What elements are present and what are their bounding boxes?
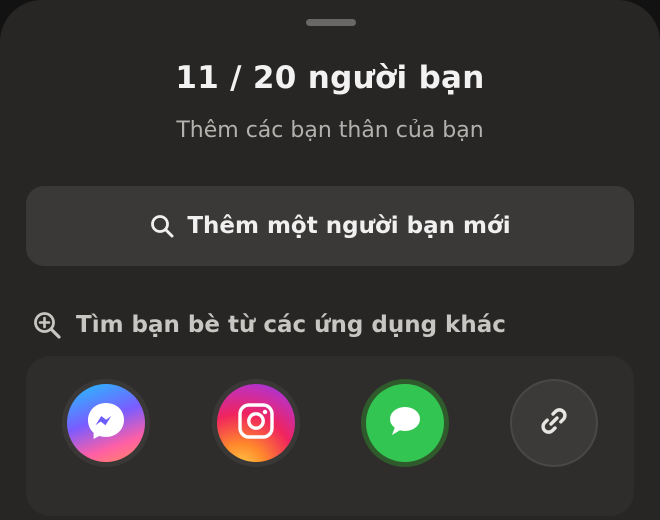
add-friend-label: Thêm một người bạn mới — [187, 213, 511, 239]
page-subtitle: Thêm các bạn thân của bạn — [176, 118, 484, 143]
sheet-grabber-handle[interactable] — [306, 19, 356, 26]
zoom-in-icon — [32, 310, 62, 340]
messenger-share-button[interactable] — [62, 379, 150, 467]
message-bubble-icon — [385, 401, 425, 445]
add-friend-button[interactable]: Thêm một người bạn mới — [26, 186, 634, 266]
find-friends-label: Tìm bạn bè từ các ứng dụng khác — [76, 312, 506, 338]
find-friends-section-header: Tìm bạn bè từ các ứng dụng khác — [32, 310, 506, 340]
search-icon — [149, 213, 175, 239]
link-icon — [536, 403, 572, 443]
messages-share-button[interactable] — [361, 379, 449, 467]
copy-link-button[interactable] — [510, 379, 598, 467]
instagram-share-button[interactable] — [212, 379, 300, 467]
page-title: 11 / 20 người bạn — [175, 60, 485, 96]
messenger-icon — [83, 398, 129, 448]
instagram-icon — [236, 401, 276, 445]
